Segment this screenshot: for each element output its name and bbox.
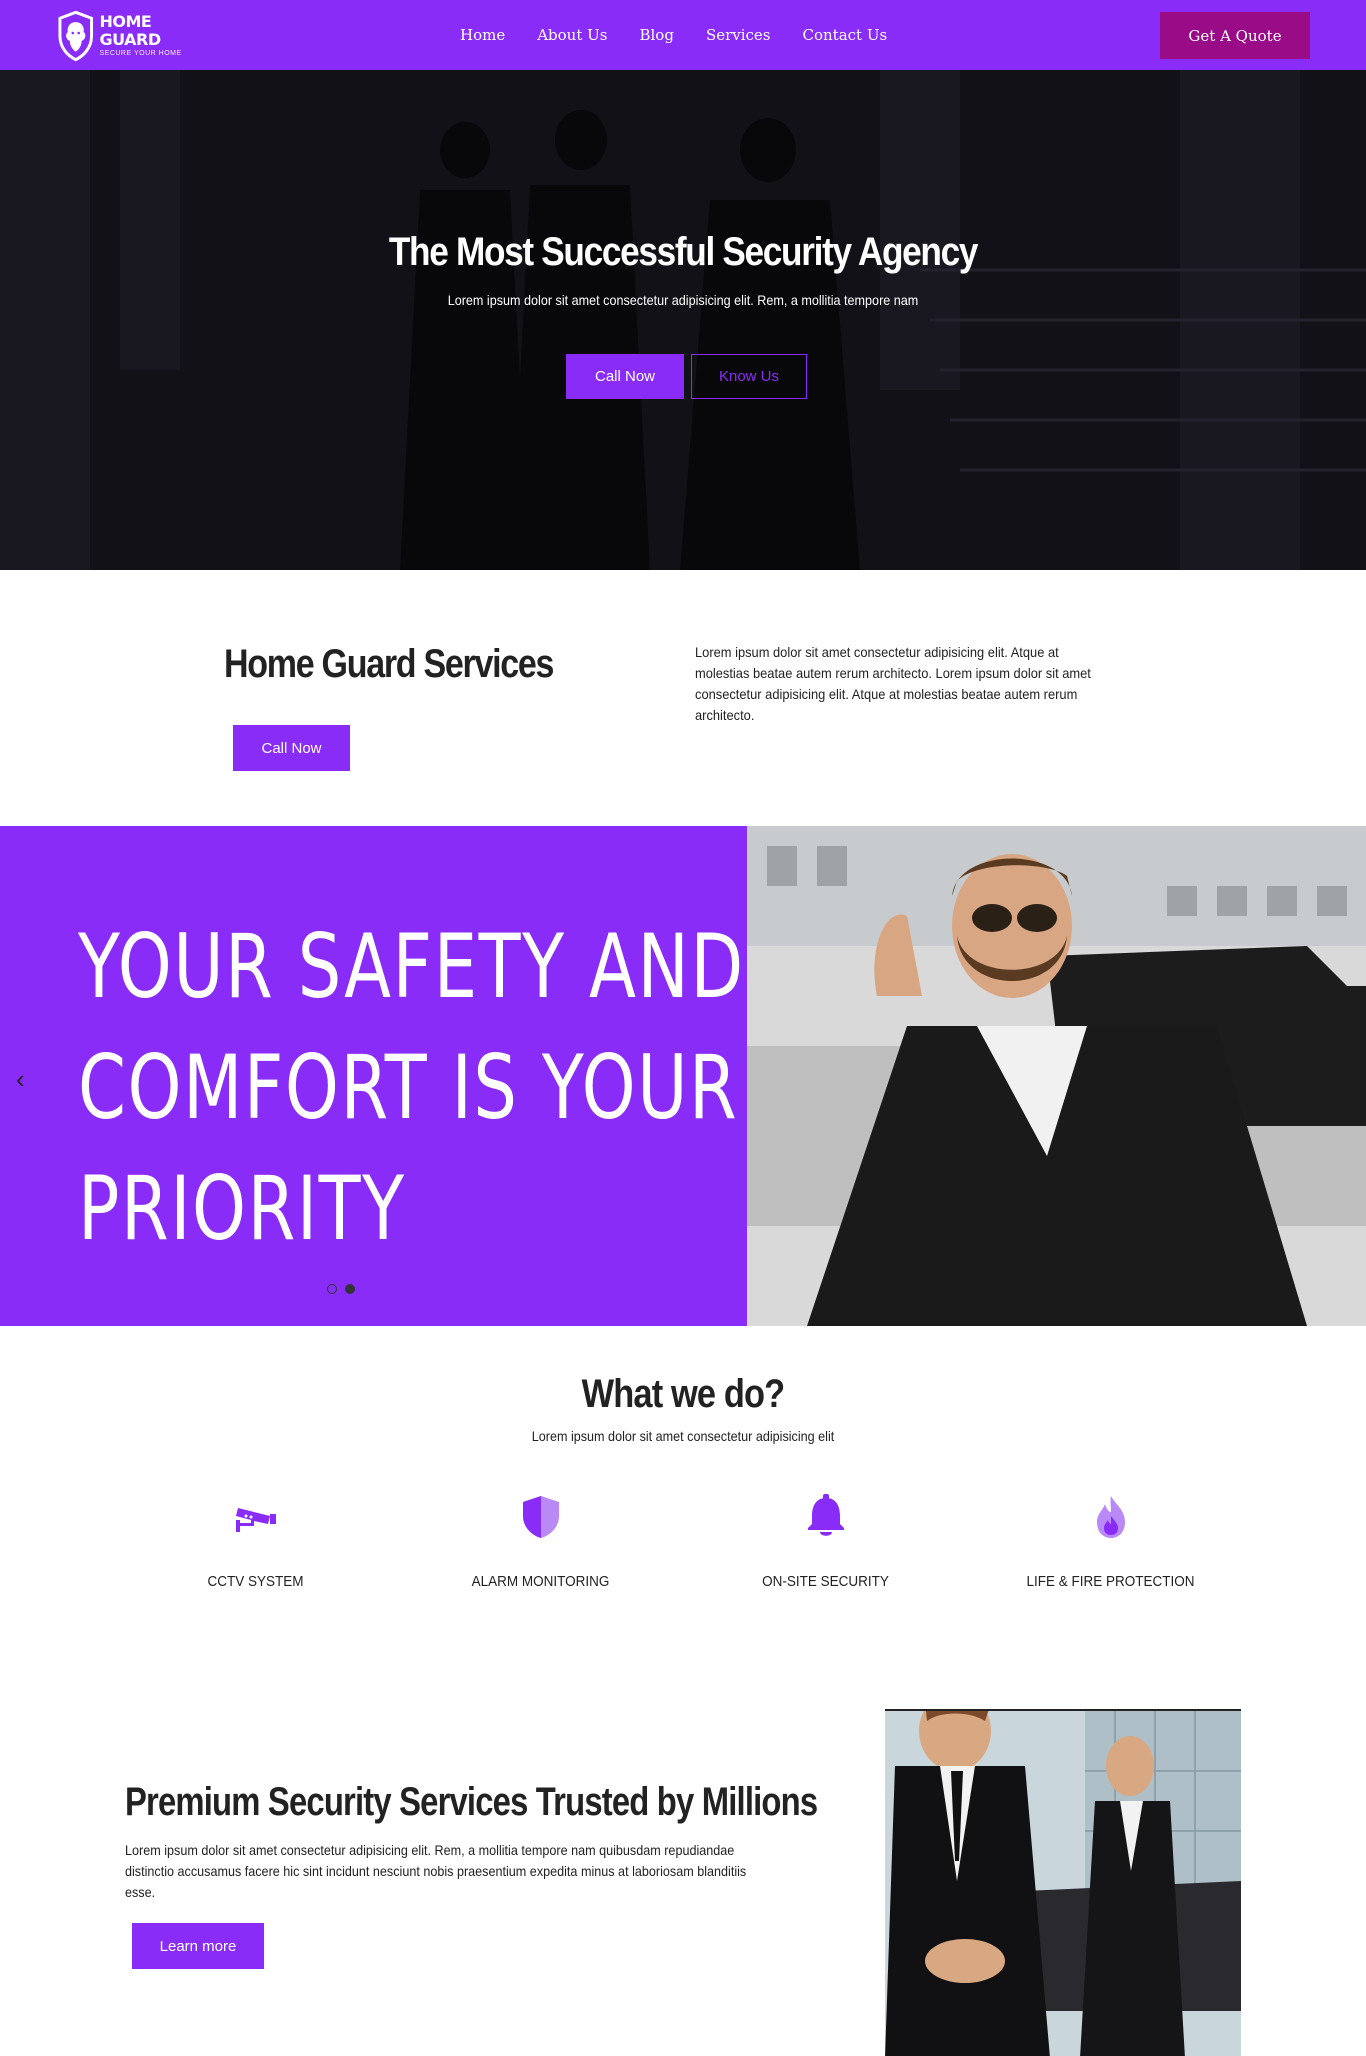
cctv-camera-icon (235, 1508, 276, 1532)
slider-dot[interactable] (327, 1284, 337, 1294)
feature-label: LIFE & FIRE PROTECTION (1026, 1573, 1195, 1590)
navbar: HOME GUARD SECURE YOUR HOME Home About U… (0, 0, 1366, 70)
fire-icon (1096, 1496, 1125, 1538)
feature-label: CCTV SYSTEM (207, 1573, 304, 1590)
main-nav: Home About Us Blog Services Contact Us (460, 0, 919, 70)
hero-title: The Most Successful Security Agency (388, 230, 979, 274)
slide-heading-line: YOUR SAFETY AND (78, 915, 745, 1018)
learn-more-button[interactable]: Learn more (132, 1923, 264, 1969)
call-now-button[interactable]: Call Now (566, 354, 684, 399)
slide-photo (747, 826, 1366, 1326)
premium-title: Premium Security Services Trusted by Mil… (125, 1780, 818, 1824)
lion-shield-icon (58, 10, 94, 62)
feature-label: ALARM MONITORING (471, 1573, 610, 1590)
guard-photo (747, 826, 1366, 1326)
feature-label: ON-SITE SECURITY (762, 1573, 889, 1590)
premium-photo (885, 1709, 1241, 2056)
brand-name: HOME GUARD (99, 12, 161, 49)
hero-background-photo (0, 70, 1366, 570)
feature-onsite[interactable]: ON-SITE SECURITY (683, 1490, 968, 1590)
feature-fire[interactable]: LIFE & FIRE PROTECTION (968, 1490, 1253, 1590)
slide-heading-line: COMFORT IS YOUR (78, 1036, 739, 1139)
nav-home[interactable]: Home (460, 26, 505, 44)
services-call-now-button[interactable]: Call Now (233, 725, 350, 771)
slider-dots (327, 1284, 355, 1294)
services-description: Lorem ipsum dolor sit amet consectetur a… (695, 644, 1091, 723)
nav-contact-us[interactable]: Contact Us (803, 26, 888, 44)
hero-section: The Most Successful Security Agency Lore… (0, 70, 1366, 570)
slide-heading: YOUR SAFETY AND COMFORT IS YOUR PRIORITY (78, 906, 745, 1269)
bell-icon (807, 1494, 844, 1536)
feature-alarm[interactable]: ALARM MONITORING (398, 1490, 683, 1590)
slider-dot-active[interactable] (345, 1284, 355, 1294)
get-quote-button[interactable]: Get A Quote (1160, 12, 1310, 59)
brand-tagline: SECURE YOUR HOME (99, 50, 182, 57)
what-we-do-subtitle: Lorem ipsum dolor sit amet consectetur a… (531, 1428, 835, 1444)
slide-panel: YOUR SAFETY AND COMFORT IS YOUR PRIORITY… (0, 826, 747, 1326)
feature-cctv[interactable]: CCTV SYSTEM (113, 1490, 398, 1590)
site-logo[interactable]: HOME GUARD SECURE YOUR HOME (56, 10, 216, 62)
nav-blog[interactable]: Blog (639, 26, 673, 44)
know-us-button[interactable]: Know Us (691, 354, 807, 399)
chevron-left-icon[interactable]: ‹ (16, 1066, 25, 1092)
hero-subtitle: Lorem ipsum dolor sit amet consectetur a… (447, 292, 919, 308)
nav-about-us[interactable]: About Us (537, 26, 607, 44)
nav-services[interactable]: Services (706, 26, 771, 44)
premium-description: Lorem ipsum dolor sit amet consectetur a… (125, 1842, 747, 1900)
services-title: Home Guard Services (224, 642, 554, 686)
slide-heading-line: PRIORITY (78, 1157, 406, 1260)
what-we-do-title: What we do? (581, 1372, 786, 1416)
hero-slider: YOUR SAFETY AND COMFORT IS YOUR PRIORITY… (0, 826, 1366, 1326)
guards-photo (885, 1711, 1241, 2056)
shield-icon (522, 1496, 559, 1538)
